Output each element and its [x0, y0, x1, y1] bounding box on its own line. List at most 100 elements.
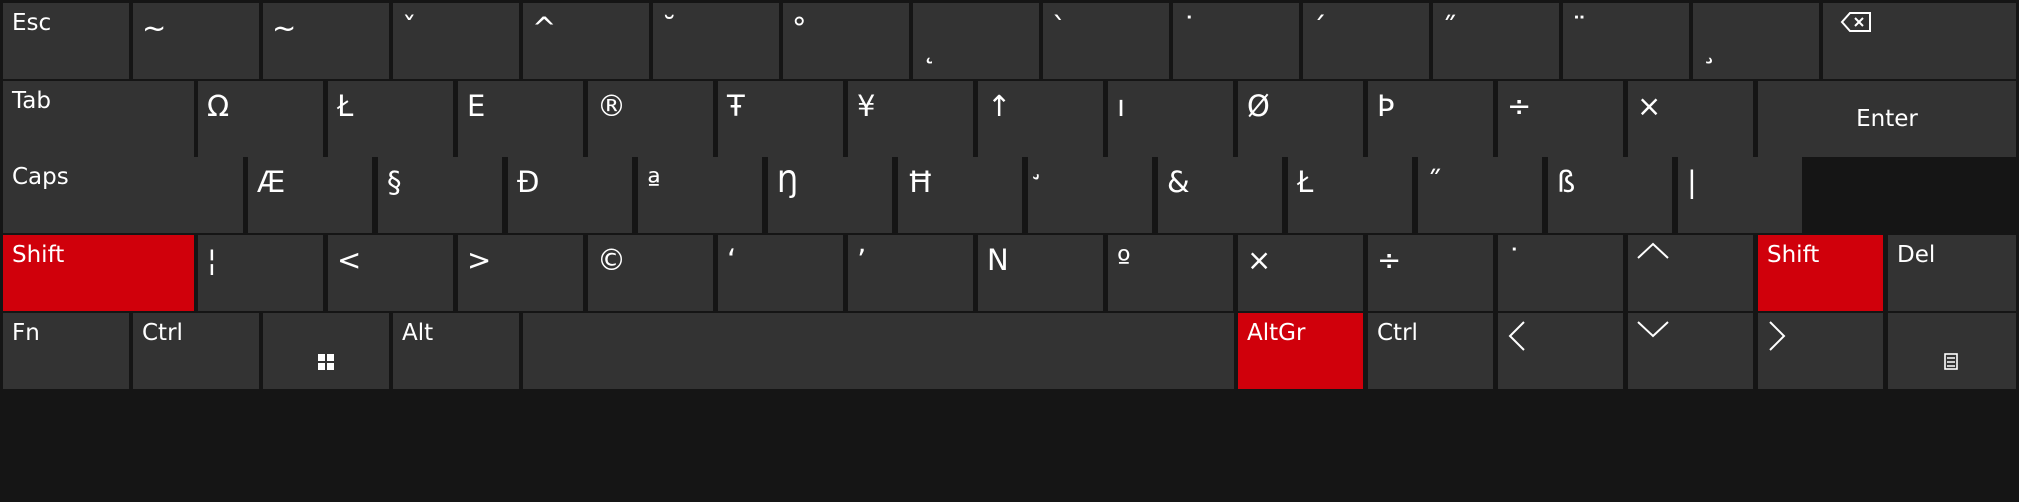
key-c-label: ©	[597, 243, 626, 277]
key-caps-label: Caps	[12, 164, 69, 190]
key-g-label: Ŋ	[777, 165, 799, 199]
key-g[interactable]: Ŋ	[768, 157, 892, 233]
key-k-10-label: ´	[1312, 11, 1327, 45]
key-k-7-label: ˛	[922, 31, 937, 65]
key-k-4[interactable]: ^	[523, 3, 649, 79]
key-left[interactable]	[1498, 313, 1623, 389]
key-y[interactable]: ¥	[848, 81, 973, 157]
key-n[interactable]: N	[978, 235, 1103, 311]
key-lctrl[interactable]: Ctrl	[133, 313, 259, 389]
key-w-label: Ł	[337, 89, 354, 123]
key-slash[interactable]: ˙	[1498, 235, 1623, 311]
key-a[interactable]: Æ	[248, 157, 372, 233]
key-k-6-label: °	[792, 11, 807, 45]
key-alt-label: Alt	[402, 320, 434, 346]
key-k-12[interactable]: ¨	[1563, 3, 1689, 79]
key-r[interactable]: ®	[588, 81, 713, 157]
key-s-label: §	[387, 165, 402, 199]
key-n-label: N	[987, 243, 1009, 277]
key-k-12-label: ¨	[1572, 11, 1587, 45]
key-k-1-label: ~	[142, 11, 167, 45]
key-altgr-label: AltGr	[1247, 320, 1306, 346]
key-w[interactable]: Ł	[328, 81, 453, 157]
key-rbracket[interactable]: ×	[1628, 81, 1753, 157]
key-k-2[interactable]: ~	[263, 3, 389, 79]
key-v[interactable]: ‘	[718, 235, 843, 311]
key-del[interactable]: Del	[1888, 235, 2016, 311]
key-k-7[interactable]: ˛	[913, 3, 1039, 79]
key-del-label: Del	[1897, 242, 1936, 268]
key-i[interactable]: ı	[1108, 81, 1233, 157]
key-caps[interactable]: Caps	[3, 157, 243, 233]
key-lshift[interactable]: Shift	[3, 235, 194, 311]
key-menu[interactable]	[1888, 313, 2016, 389]
key-k-1[interactable]: ~	[133, 3, 259, 79]
key-q[interactable]: Ω	[198, 81, 323, 157]
key-k-3[interactable]: ˇ	[393, 3, 519, 79]
key-e[interactable]: E	[458, 81, 583, 157]
key-c[interactable]: ©	[588, 235, 713, 311]
key-comma[interactable]: ×	[1238, 235, 1363, 311]
key-right[interactable]	[1758, 313, 1883, 389]
arrow-left-icon	[1508, 321, 1525, 351]
key-oem102[interactable]: ¦	[198, 235, 323, 311]
key-k-4-label: ^	[532, 11, 557, 45]
key-b[interactable]: ’	[848, 235, 973, 311]
key-h[interactable]: Ħ	[898, 157, 1022, 233]
arrow-up-icon	[1637, 242, 1669, 259]
key-k-9[interactable]: ˙	[1173, 3, 1299, 79]
key-k-6[interactable]: °	[783, 3, 909, 79]
key-enter-label: Enter	[1856, 106, 1918, 132]
key-alt[interactable]: Alt	[393, 313, 519, 389]
key-lbracket[interactable]: ÷	[1498, 81, 1623, 157]
arrow-down-icon	[1637, 321, 1669, 338]
key-u[interactable]: ↑	[978, 81, 1103, 157]
key-i-label: ı	[1117, 89, 1126, 123]
key-k-8[interactable]: `	[1043, 3, 1169, 79]
key-k[interactable]: &	[1158, 157, 1282, 233]
windows-icon	[318, 354, 334, 370]
key-e-label: E	[467, 89, 486, 123]
key-backslash[interactable]: |	[1678, 157, 1802, 233]
key-altgr[interactable]: AltGr	[1238, 313, 1363, 389]
key-semicolon-label: ˝	[1427, 165, 1442, 199]
key-o-label: Ø	[1247, 89, 1270, 123]
key-tab-label: Tab	[12, 88, 51, 114]
key-s[interactable]: §	[378, 157, 502, 233]
key-up[interactable]	[1628, 235, 1753, 311]
key-k-5[interactable]: ˘	[653, 3, 779, 79]
key-p[interactable]: Þ	[1368, 81, 1493, 157]
key-backspace[interactable]	[1823, 3, 2016, 79]
key-quote[interactable]: ß	[1548, 157, 1672, 233]
key-fn[interactable]: Fn	[3, 313, 129, 389]
key-m[interactable]: º	[1108, 235, 1233, 311]
key-rctrl[interactable]: Ctrl	[1368, 313, 1493, 389]
key-k-13[interactable]: ¸	[1693, 3, 1819, 79]
key-space[interactable]	[523, 313, 1234, 389]
key-y-label: ¥	[857, 89, 876, 123]
key-j[interactable]: ̛	[1028, 157, 1152, 233]
key-x-label: >	[467, 243, 492, 277]
key-down[interactable]	[1628, 313, 1753, 389]
key-o[interactable]: Ø	[1238, 81, 1363, 157]
key-k-10[interactable]: ´	[1303, 3, 1429, 79]
key-rshift[interactable]: Shift	[1758, 235, 1883, 311]
key-k-11-label: ˝	[1442, 11, 1457, 45]
key-esc-label: Esc	[12, 10, 52, 36]
key-win[interactable]	[263, 313, 389, 389]
key-semicolon[interactable]: ˝	[1418, 157, 1542, 233]
key-f[interactable]: ª	[638, 157, 762, 233]
key-k-11[interactable]: ˝	[1433, 3, 1559, 79]
key-tab[interactable]: Tab	[3, 81, 194, 157]
key-l[interactable]: Ł	[1288, 157, 1412, 233]
key-k-2-label: ~	[272, 11, 297, 45]
key-x[interactable]: >	[458, 235, 583, 311]
key-k-9-label: ˙	[1182, 11, 1197, 45]
key-k-8-label: `	[1052, 11, 1067, 45]
key-period[interactable]: ÷	[1368, 235, 1493, 311]
key-z[interactable]: <	[328, 235, 453, 311]
key-esc[interactable]: Esc	[3, 3, 129, 79]
key-d[interactable]: Đ	[508, 157, 632, 233]
key-enter[interactable]: Enter	[1758, 81, 2016, 157]
key-t[interactable]: Ŧ	[718, 81, 843, 157]
